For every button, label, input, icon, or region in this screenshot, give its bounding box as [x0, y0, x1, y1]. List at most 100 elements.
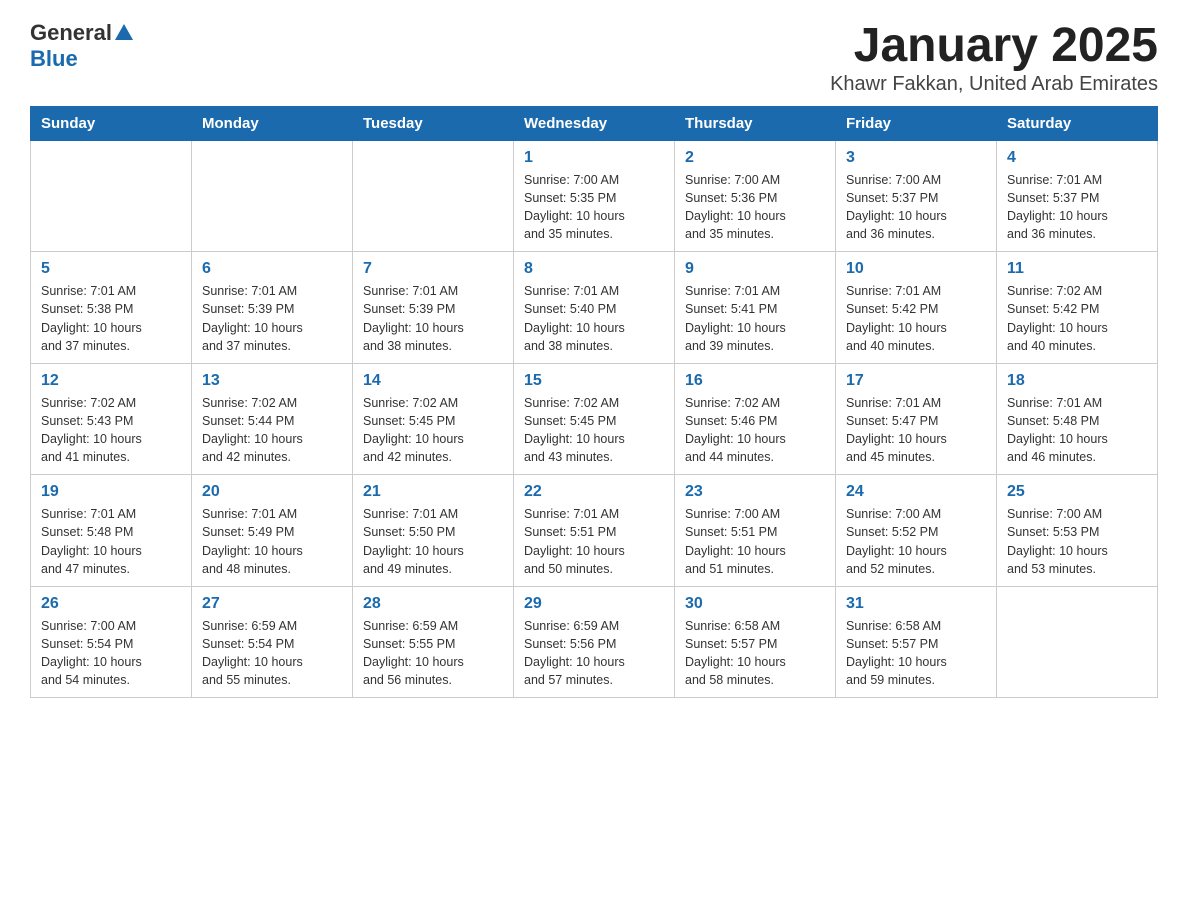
day-number: 17: [846, 372, 986, 390]
day-info: Sunrise: 7:00 AM Sunset: 5:37 PM Dayligh…: [846, 171, 986, 244]
day-number: 14: [363, 372, 503, 390]
logo-blue-text: Blue: [30, 46, 78, 71]
calendar-cell: [192, 140, 353, 252]
calendar-cell: 15 Sunrise: 7:02 AM Sunset: 5:45 PM Dayli…: [514, 363, 675, 475]
day-info: Sunrise: 7:00 AM Sunset: 5:35 PM Dayligh…: [524, 171, 664, 244]
day-number: 15: [524, 372, 664, 390]
header-day-friday: Friday: [836, 106, 997, 140]
day-info: Sunrise: 7:01 AM Sunset: 5:49 PM Dayligh…: [202, 505, 342, 578]
day-number: 20: [202, 483, 342, 501]
day-number: 9: [685, 260, 825, 278]
header-row: SundayMondayTuesdayWednesdayThursdayFrid…: [31, 106, 1158, 140]
day-info: Sunrise: 7:01 AM Sunset: 5:47 PM Dayligh…: [846, 394, 986, 467]
calendar-cell: 27Sunrise: 6:59 AM Sunset: 5:54 PM Dayli…: [192, 586, 353, 698]
logo: General Blue: [30, 20, 133, 72]
day-info: Sunrise: 6:59 AM Sunset: 5:55 PM Dayligh…: [363, 617, 503, 690]
day-info: Sunrise: 6:58 AM Sunset: 5:57 PM Dayligh…: [685, 617, 825, 690]
day-number: 29: [524, 595, 664, 613]
day-info: Sunrise: 7:00 AM Sunset: 5:36 PM Dayligh…: [685, 171, 825, 244]
day-number: 26: [41, 595, 181, 613]
day-number: 30: [685, 595, 825, 613]
calendar-cell: 23 Sunrise: 7:00 AM Sunset: 5:51 PM Dayli…: [675, 475, 836, 587]
day-info: Sunrise: 7:01 AM Sunset: 5:38 PM Dayligh…: [41, 282, 181, 355]
calendar-cell: 17 Sunrise: 7:01 AM Sunset: 5:47 PM Dayli…: [836, 363, 997, 475]
day-info: Sunrise: 7:00 AM Sunset: 5:53 PM Dayligh…: [1007, 505, 1147, 578]
calendar-cell: 30 Sunrise: 6:58 AM Sunset: 5:57 PM Dayli…: [675, 586, 836, 698]
day-number: 7: [363, 260, 503, 278]
calendar-cell: 1 Sunrise: 7:00 AM Sunset: 5:35 PM Daylig…: [514, 140, 675, 252]
page-header: General Blue January 2025 Khawr Fakkan, …: [30, 20, 1158, 96]
header-day-monday: Monday: [192, 106, 353, 140]
calendar-cell: 19 Sunrise: 7:01 AM Sunset: 5:48 PM Dayli…: [31, 475, 192, 587]
day-info: Sunrise: 7:02 AM Sunset: 5:42 PM Dayligh…: [1007, 282, 1147, 355]
calendar-cell: 28 Sunrise: 6:59 AM Sunset: 5:55 PM Dayli…: [353, 586, 514, 698]
day-info: Sunrise: 7:02 AM Sunset: 5:45 PM Dayligh…: [363, 394, 503, 467]
calendar-cell: 29 Sunrise: 6:59 AM Sunset: 5:56 PM Dayli…: [514, 586, 675, 698]
calendar-cell: 21Sunrise: 7:01 AM Sunset: 5:50 PM Dayli…: [353, 475, 514, 587]
day-info: Sunrise: 7:01 AM Sunset: 5:40 PM Dayligh…: [524, 282, 664, 355]
day-info: Sunrise: 7:00 AM Sunset: 5:52 PM Dayligh…: [846, 505, 986, 578]
day-info: Sunrise: 7:02 AM Sunset: 5:45 PM Dayligh…: [524, 394, 664, 467]
logo-general-text: General: [30, 20, 112, 46]
header-day-saturday: Saturday: [997, 106, 1158, 140]
calendar-body: 1 Sunrise: 7:00 AM Sunset: 5:35 PM Daylig…: [31, 140, 1158, 698]
day-info: Sunrise: 7:00 AM Sunset: 5:51 PM Dayligh…: [685, 505, 825, 578]
day-number: 1: [524, 149, 664, 167]
day-info: Sunrise: 6:58 AM Sunset: 5:57 PM Dayligh…: [846, 617, 986, 690]
day-info: Sunrise: 7:01 AM Sunset: 5:37 PM Dayligh…: [1007, 171, 1147, 244]
day-number: 4: [1007, 149, 1147, 167]
calendar-header: SundayMondayTuesdayWednesdayThursdayFrid…: [31, 106, 1158, 140]
header-day-sunday: Sunday: [31, 106, 192, 140]
day-number: 31: [846, 595, 986, 613]
day-info: Sunrise: 7:01 AM Sunset: 5:39 PM Dayligh…: [363, 282, 503, 355]
page-subtitle: Khawr Fakkan, United Arab Emirates: [830, 73, 1158, 96]
calendar-cell: 25Sunrise: 7:00 AM Sunset: 5:53 PM Dayli…: [997, 475, 1158, 587]
day-number: 28: [363, 595, 503, 613]
day-info: Sunrise: 7:01 AM Sunset: 5:39 PM Dayligh…: [202, 282, 342, 355]
day-info: Sunrise: 6:59 AM Sunset: 5:54 PM Dayligh…: [202, 617, 342, 690]
calendar-cell: [997, 586, 1158, 698]
day-number: 3: [846, 149, 986, 167]
day-number: 10: [846, 260, 986, 278]
calendar-table: SundayMondayTuesdayWednesdayThursdayFrid…: [30, 106, 1158, 699]
calendar-cell: 11Sunrise: 7:02 AM Sunset: 5:42 PM Dayli…: [997, 252, 1158, 364]
day-info: Sunrise: 7:01 AM Sunset: 5:48 PM Dayligh…: [41, 505, 181, 578]
header-day-tuesday: Tuesday: [353, 106, 514, 140]
page-title: January 2025: [830, 20, 1158, 73]
day-number: 5: [41, 260, 181, 278]
day-number: 23: [685, 483, 825, 501]
day-info: Sunrise: 7:01 AM Sunset: 5:50 PM Dayligh…: [363, 505, 503, 578]
calendar-cell: 6 Sunrise: 7:01 AM Sunset: 5:39 PM Daylig…: [192, 252, 353, 364]
calendar-cell: 12 Sunrise: 7:02 AM Sunset: 5:43 PM Dayli…: [31, 363, 192, 475]
day-info: Sunrise: 6:59 AM Sunset: 5:56 PM Dayligh…: [524, 617, 664, 690]
day-info: Sunrise: 7:01 AM Sunset: 5:51 PM Dayligh…: [524, 505, 664, 578]
day-info: Sunrise: 7:01 AM Sunset: 5:48 PM Dayligh…: [1007, 394, 1147, 467]
calendar-cell: 9 Sunrise: 7:01 AM Sunset: 5:41 PM Daylig…: [675, 252, 836, 364]
calendar-cell: [31, 140, 192, 252]
calendar-cell: 16Sunrise: 7:02 AM Sunset: 5:46 PM Dayli…: [675, 363, 836, 475]
calendar-cell: 8Sunrise: 7:01 AM Sunset: 5:40 PM Daylig…: [514, 252, 675, 364]
calendar-cell: [353, 140, 514, 252]
calendar-cell: 10Sunrise: 7:01 AM Sunset: 5:42 PM Dayli…: [836, 252, 997, 364]
calendar-cell: 5 Sunrise: 7:01 AM Sunset: 5:38 PM Daylig…: [31, 252, 192, 364]
day-info: Sunrise: 7:01 AM Sunset: 5:41 PM Dayligh…: [685, 282, 825, 355]
day-number: 2: [685, 149, 825, 167]
day-number: 24: [846, 483, 986, 501]
day-number: 6: [202, 260, 342, 278]
day-info: Sunrise: 7:02 AM Sunset: 5:43 PM Dayligh…: [41, 394, 181, 467]
day-info: Sunrise: 7:02 AM Sunset: 5:44 PM Dayligh…: [202, 394, 342, 467]
calendar-cell: 20 Sunrise: 7:01 AM Sunset: 5:49 PM Dayli…: [192, 475, 353, 587]
day-number: 12: [41, 372, 181, 390]
day-number: 19: [41, 483, 181, 501]
calendar-week-1: 1 Sunrise: 7:00 AM Sunset: 5:35 PM Daylig…: [31, 140, 1158, 252]
calendar-cell: 2 Sunrise: 7:00 AM Sunset: 5:36 PM Daylig…: [675, 140, 836, 252]
calendar-cell: 26Sunrise: 7:00 AM Sunset: 5:54 PM Dayli…: [31, 586, 192, 698]
calendar-cell: 13 Sunrise: 7:02 AM Sunset: 5:44 PM Dayli…: [192, 363, 353, 475]
day-number: 13: [202, 372, 342, 390]
calendar-cell: 7 Sunrise: 7:01 AM Sunset: 5:39 PM Daylig…: [353, 252, 514, 364]
day-number: 22: [524, 483, 664, 501]
calendar-week-5: 26Sunrise: 7:00 AM Sunset: 5:54 PM Dayli…: [31, 586, 1158, 698]
calendar-cell: 4 Sunrise: 7:01 AM Sunset: 5:37 PM Daylig…: [997, 140, 1158, 252]
calendar-cell: 14 Sunrise: 7:02 AM Sunset: 5:45 PM Dayli…: [353, 363, 514, 475]
header-day-thursday: Thursday: [675, 106, 836, 140]
